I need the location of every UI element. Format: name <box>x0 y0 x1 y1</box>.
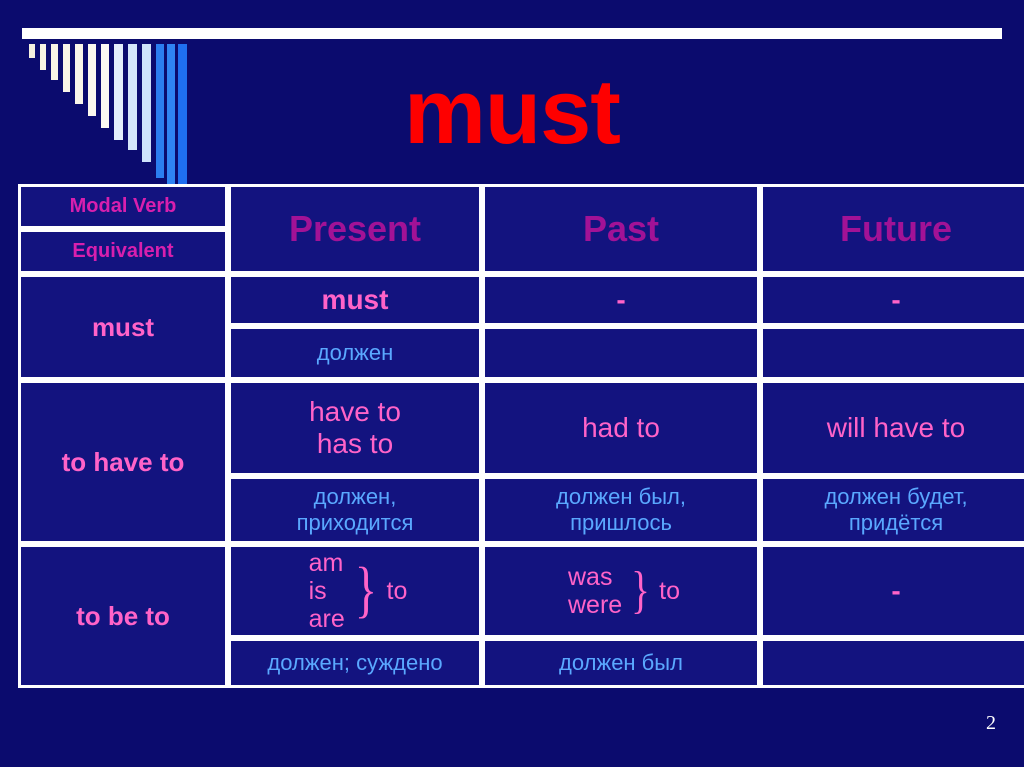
brace-words-past: was were <box>568 563 622 619</box>
row-label-to-have-to: to have to <box>18 380 228 544</box>
cell-be-past-ru: должен был <box>482 638 760 688</box>
cell-have-past-ru-line2: пришлось <box>570 510 672 535</box>
table-row-be-to-english: to be to am is are } to was were} to - <box>18 544 1024 688</box>
table-row-must-english: must must - - <box>18 274 1024 380</box>
cell-have-present-en-line2: has to <box>316 428 394 459</box>
cell-have-present-ru: должен, приходится <box>228 476 482 544</box>
header-present: Present <box>228 184 482 274</box>
brace-word-is: is <box>308 577 327 605</box>
decoration-bar-1 <box>29 44 35 58</box>
cell-must-past-ru <box>482 326 760 380</box>
header-past: Past <box>482 184 760 274</box>
cell-have-future-ru-line1: должен будет, <box>824 483 968 509</box>
cell-have-past-en: had to <box>482 380 760 476</box>
brace-suffix-past: to <box>659 576 680 605</box>
cell-must-future-ru <box>760 326 1024 380</box>
cell-have-present-ru-line1: должен, <box>313 483 397 509</box>
page-title: must <box>404 61 621 163</box>
cell-be-future-en: - <box>760 544 1024 638</box>
brace-word-were: were <box>567 591 623 619</box>
cell-must-past-en: - <box>482 274 760 326</box>
curly-brace-icon-past: } <box>631 562 651 620</box>
brace-word-was: was <box>567 563 613 591</box>
header-future: Future <box>760 184 1024 274</box>
brace-suffix-present: to <box>386 576 408 605</box>
row-label-to-be-to: to be to <box>18 544 228 688</box>
cell-have-present-en: have to has to <box>228 380 482 476</box>
row-label-must: must <box>18 274 228 380</box>
cell-be-future-ru <box>760 638 1024 688</box>
page-number: 2 <box>986 712 996 734</box>
cell-be-present-en: am is are } to <box>228 544 482 638</box>
top-decoration-bar <box>22 28 1002 39</box>
cell-have-future-ru: должен будет, придётся <box>760 476 1024 544</box>
cell-be-past-en: was were } to <box>482 544 760 638</box>
cell-have-future-ru-line2: придётся <box>848 510 944 535</box>
cell-have-past-ru-line1: должен был, <box>555 483 686 509</box>
cell-be-present-ru: должен; суждено <box>228 638 482 688</box>
brace-word-am: am <box>308 549 344 577</box>
cell-must-present-en: must <box>228 274 482 326</box>
table-row-have-to-english: to have to have to has to had to will ha… <box>18 380 1024 544</box>
brace-word-are: are <box>308 605 345 633</box>
table-header-row-top: Modal Verb Present Past Future <box>18 184 1024 274</box>
cell-must-present-ru: должен <box>228 326 482 380</box>
brace-group-present: am is are } to <box>231 549 479 633</box>
brace-group-past: was were } to <box>485 563 757 619</box>
cell-have-present-ru-line2: приходится <box>296 510 414 535</box>
header-equivalent: Equivalent <box>18 229 228 274</box>
curly-brace-icon-present: } <box>354 556 377 625</box>
cell-have-present-en-line1: have to <box>309 395 401 427</box>
cell-have-past-ru: должен был, пришлось <box>482 476 760 544</box>
modal-verb-table: Modal Verb Present Past Future Equivalen… <box>18 184 1024 688</box>
header-modal-verb: Modal Verb <box>18 184 228 229</box>
cell-have-future-en: will have to <box>760 380 1024 476</box>
brace-words-present: am is are <box>309 549 345 633</box>
cell-must-future-en: - <box>760 274 1024 326</box>
